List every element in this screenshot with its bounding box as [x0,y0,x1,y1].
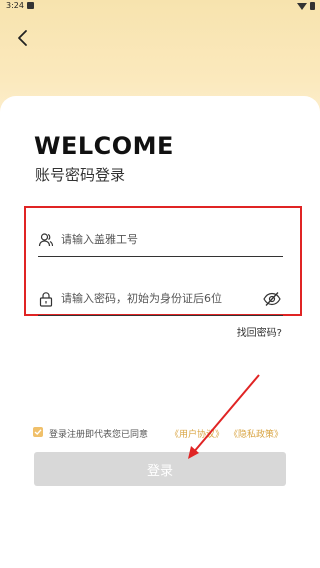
status-bar: 3:24 [0,0,320,12]
account-input[interactable] [61,228,256,250]
notification-icon [27,2,34,9]
user-icon [38,233,54,247]
login-screen: 3:24 WELCOME 账号密码登录 请输入盖雅工号 找回密码? 登录注册即代… [0,0,320,568]
back-button[interactable] [12,27,34,49]
agreement-text: 登录注册即代表您已同意 [49,430,149,440]
password-input[interactable] [61,287,256,309]
status-icons [297,2,315,10]
login-button[interactable]: 登录 [34,452,286,486]
eye-off-icon[interactable] [263,291,281,307]
battery-icon [310,2,315,10]
check-icon [34,429,42,435]
welcome-title: WELCOME [34,132,174,160]
agreement-checkbox[interactable] [33,427,43,437]
user-agreement-link[interactable]: 《用户协议》 [170,427,224,440]
login-subtitle: 账号密码登录 [35,166,126,184]
agreement-row: 登录注册即代表您已同意 《用户协议》 《隐私政策》 [33,427,293,441]
wifi-icon [297,2,307,10]
privacy-policy-link[interactable]: 《隐私政策》 [229,427,283,440]
forgot-password-link[interactable]: 找回密码? [237,324,282,339]
password-field [38,283,283,316]
chevron-left-icon [18,30,27,46]
account-field [38,224,283,257]
lock-icon [39,292,53,307]
status-time: 3:24 [6,1,24,10]
